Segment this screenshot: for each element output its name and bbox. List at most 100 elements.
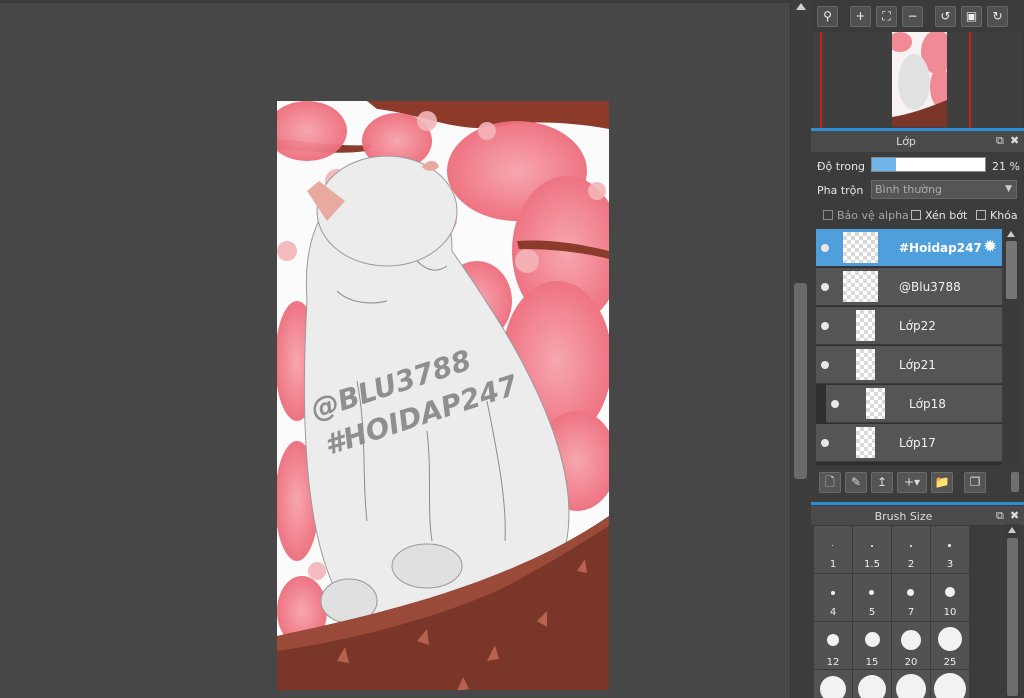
scroll-up-icon[interactable] — [1007, 231, 1015, 237]
brush-size-cell[interactable]: 5 — [853, 574, 891, 621]
visibility-icon[interactable] — [821, 322, 829, 330]
layer-name: @Blu3788 — [899, 280, 961, 294]
navigator-bound-left — [820, 32, 822, 128]
opacity-value: 21 % — [992, 160, 1020, 173]
layer-row[interactable]: Lớp22 — [816, 307, 1002, 345]
brush-size-cell[interactable]: 15 — [853, 622, 891, 669]
brush-size-cell[interactable] — [853, 670, 891, 698]
layer-panel-title: Lớp — [896, 135, 916, 148]
undock-icon[interactable]: ⧉ — [996, 134, 1004, 148]
layer-name: Lớp17 — [899, 436, 936, 450]
navigator-preview[interactable] — [813, 32, 1022, 128]
brush-size-cell[interactable] — [892, 670, 930, 698]
blend-mode-select[interactable]: Bình thường ▼ — [871, 180, 1017, 199]
navigator-toolbar: ⚲ + ⛶ − ↺ ▣ ↻ — [811, 0, 1024, 32]
fit-icon[interactable]: ⛶ — [876, 6, 897, 27]
right-panel: ⚲ + ⛶ − ↺ ▣ ↻ Lớp ⧉ ✖ Độ trong 21 % Pha … — [811, 0, 1024, 698]
import-layer-icon[interactable]: ↥ — [871, 472, 893, 493]
scroll-thumb[interactable] — [1006, 241, 1017, 299]
brush-size-cell[interactable]: 20 — [892, 622, 930, 669]
brush-size-cell[interactable]: 10 — [931, 574, 969, 621]
duplicate-layer-icon[interactable]: ❐ — [964, 472, 986, 493]
blend-mode-label: Pha trộn — [817, 184, 864, 197]
layer-row[interactable]: #Hoidap247 ✹ — [816, 229, 1002, 267]
scroll-up-icon[interactable] — [796, 3, 806, 10]
layer-panel-header: Lớp ⧉ ✖ — [811, 131, 1024, 152]
layer-row[interactable]: @Blu3788 — [816, 268, 1002, 306]
lock-checkbox[interactable]: Khóa — [976, 209, 1020, 222]
visibility-icon[interactable] — [821, 283, 829, 291]
brush-size-cell[interactable]: 25 — [931, 622, 969, 669]
layer-name: Lớp18 — [909, 397, 946, 411]
brush-size-cell[interactable]: 7 — [892, 574, 930, 621]
gear-icon[interactable]: ✹ — [983, 238, 997, 256]
chevron-down-icon: ▼ — [1005, 184, 1012, 194]
layer-thumbnail — [843, 271, 878, 302]
canvas-top-strip — [0, 0, 790, 3]
brush-size-cell[interactable]: 1 — [814, 526, 852, 573]
zoom-icon[interactable]: ⚲ — [817, 6, 838, 27]
visibility-icon[interactable] — [831, 400, 839, 408]
blend-mode-value: Bình thường — [875, 183, 942, 196]
layer-name: Lớp22 — [899, 319, 936, 333]
close-icon[interactable]: ✖ — [1010, 134, 1019, 147]
layer-name: Lớp21 — [899, 358, 936, 372]
undock-icon[interactable]: ⧉ — [996, 509, 1004, 523]
panel-separator — [811, 502, 1024, 505]
artwork-drawing: @BLU3788 #HOIDAP247 — [277, 101, 609, 690]
layer-thumbnail — [856, 427, 875, 458]
protect-alpha-label: Bảo vệ alpha — [837, 209, 909, 222]
scroll-thumb[interactable] — [794, 283, 807, 479]
artwork[interactable]: @BLU3788 #HOIDAP247 — [277, 101, 609, 690]
brush-size-title: Brush Size — [874, 510, 933, 523]
brush-size-cell[interactable]: 1.5 — [853, 526, 891, 573]
brush-size-grid: 1 1.5 2 3 4 5 7 10 12 15 20 25 — [812, 526, 1004, 698]
brush-size-scrollbar[interactable] — [1005, 524, 1020, 698]
layer-thumbnail — [856, 349, 875, 380]
layer-toolbar: 🗋 ✎ ↥ +▾ 📁 ❐ — [811, 468, 1024, 498]
layer-list-scrollbar[interactable] — [1004, 229, 1019, 465]
canvas-vertical-scrollbar[interactable] — [790, 0, 811, 698]
close-icon[interactable]: ✖ — [1010, 509, 1019, 522]
brush-size-cell[interactable]: 2 — [892, 526, 930, 573]
protect-alpha-checkbox[interactable]: Bảo vệ alpha — [823, 209, 915, 222]
clipping-checkbox[interactable]: Xén bớt — [911, 209, 969, 222]
fullscreen-icon[interactable]: ▣ — [961, 6, 982, 27]
brush-size-cell[interactable]: 4 — [814, 574, 852, 621]
layer-row[interactable]: Lớp18 — [826, 385, 1002, 423]
opacity-slider[interactable] — [871, 157, 986, 172]
layer-name: #Hoidap247 — [899, 241, 982, 255]
layer-row[interactable]: Lớp21 — [816, 346, 1002, 384]
brush-size-header: Brush Size ⧉ ✖ — [811, 506, 1024, 525]
layer-row[interactable]: Lớp17 — [816, 424, 1002, 462]
zoom-in-icon[interactable]: + — [850, 6, 871, 27]
navigator-bound-right — [969, 32, 971, 128]
rotate-left-icon[interactable]: ↺ — [935, 6, 956, 27]
visibility-icon[interactable] — [821, 439, 829, 447]
opacity-fill — [872, 158, 896, 171]
layer-list[interactable]: #Hoidap247 ✹ @Blu3788 Lớp22 Lớp21 Lớp18 … — [816, 229, 1002, 465]
layer-thumbnail — [856, 310, 875, 341]
checkbox-box — [976, 210, 986, 220]
add-layer-menu-icon[interactable]: +▾ — [897, 472, 927, 493]
zoom-out-icon[interactable]: − — [902, 6, 923, 27]
new-layer-icon[interactable]: 🗋 — [819, 472, 841, 493]
brush-size-cell[interactable]: 12 — [814, 622, 852, 669]
layer-thumbnail — [843, 232, 878, 263]
scroll-thumb[interactable] — [1007, 538, 1018, 696]
lock-label: Khóa — [990, 209, 1018, 222]
brush-size-cell[interactable]: 3 — [931, 526, 969, 573]
visibility-icon[interactable] — [821, 244, 829, 252]
checkbox-box — [823, 210, 833, 220]
new-layer-settings-icon[interactable]: ✎ — [845, 472, 867, 493]
clipping-label: Xén bớt — [925, 209, 968, 222]
canvas-area[interactable]: @BLU3788 #HOIDAP247 — [0, 0, 790, 698]
scroll-up-icon[interactable] — [1008, 527, 1016, 533]
brush-size-cell[interactable] — [814, 670, 852, 698]
layer-toolbar-scroll[interactable] — [1011, 472, 1019, 492]
brush-size-cell[interactable] — [931, 670, 969, 698]
folder-icon[interactable]: 📁 — [931, 472, 953, 493]
rotate-right-icon[interactable]: ↻ — [987, 6, 1008, 27]
navigator-thumbnail — [892, 32, 947, 127]
visibility-icon[interactable] — [821, 361, 829, 369]
